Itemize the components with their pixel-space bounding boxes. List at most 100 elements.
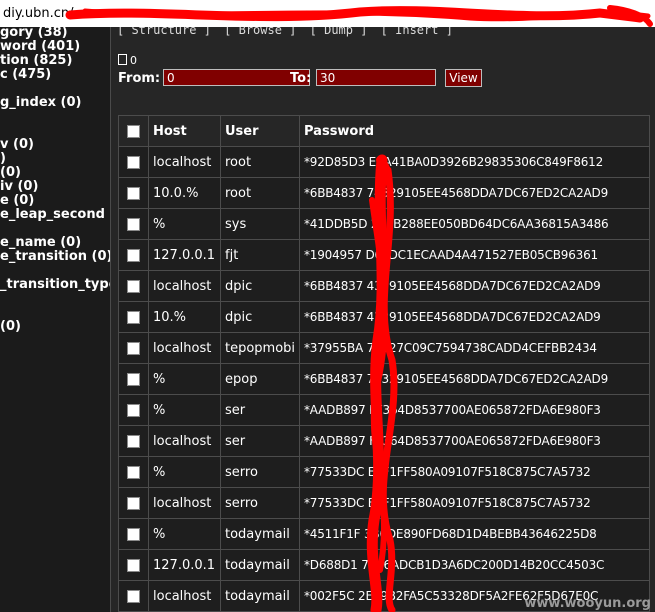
cell-host: localhost <box>148 580 221 612</box>
row-count: 0 <box>118 54 137 67</box>
row-checkbox[interactable] <box>127 372 140 386</box>
results-table: Host User Password localhost root *92D85D3… <box>118 115 650 612</box>
tab-browse[interactable]: [ Browse ] <box>224 27 296 37</box>
table-row: localhost serro *77533DC E0F1FF580A09107F5… <box>118 487 650 519</box>
cell-password: *77533DC E0F1FF580A09107F518C875C7A5732 <box>299 487 650 519</box>
cell-user: fjt <box>220 239 300 271</box>
cell-user: todaymail <box>220 580 300 612</box>
cell-host: localhost <box>148 332 221 364</box>
cell-password: *41DDB5D 213B288EE050BD64DC6AA36815A3486 <box>299 208 650 240</box>
row-checkbox[interactable] <box>127 217 140 231</box>
cell-password: *77533DC E0F1FF580A09107F518C875C7A5732 <box>299 456 650 488</box>
row-checkbox[interactable] <box>127 155 140 169</box>
table-row: localhost tepopmobi *37955BA 77827C09C7594… <box>118 332 650 364</box>
sidebar-item[interactable]: e_name (0) <box>0 236 81 250</box>
to-input[interactable] <box>316 69 436 86</box>
row-count-value: 0 <box>130 54 137 67</box>
cell-host: localhost <box>148 146 221 178</box>
cell-password: *6BB4837 4329105EE4568DDA7DC67ED2CA2AD9 <box>299 270 650 302</box>
cell-password: *6BB4837 74329105EE4568DDA7DC67ED2CA2AD9 <box>299 363 650 395</box>
cell-user: todaymail <box>220 518 300 550</box>
cell-password: *1904957 D6FDC1ECAAD4A471527EB05CB96361 <box>299 239 650 271</box>
cell-host: localhost <box>148 270 221 302</box>
table-row: 127.0.0.1 fjt *1904957 D6FDC1ECAAD4A471527… <box>118 239 650 271</box>
tab-dump[interactable]: [ Dump ] <box>310 27 368 37</box>
sidebar-item[interactable]: ) <box>0 152 6 166</box>
row-checkbox[interactable] <box>127 558 140 572</box>
row-checkbox[interactable] <box>127 434 140 448</box>
sidebar-item[interactable]: v (0) <box>0 138 34 152</box>
cell-host: % <box>148 208 221 240</box>
row-checkbox[interactable] <box>127 589 140 603</box>
view-button[interactable]: View <box>445 69 482 87</box>
cell-host: % <box>148 363 221 395</box>
cell-password: *92D85D3 E8A41BA0D3926B29835306C849F8612 <box>299 146 650 178</box>
column-header-password[interactable]: Password <box>299 115 650 147</box>
cell-user: dpic <box>220 301 300 333</box>
document-icon <box>118 54 127 65</box>
row-checkbox[interactable] <box>127 403 140 417</box>
row-checkbox[interactable] <box>127 341 140 355</box>
select-all-cell <box>118 115 149 147</box>
cell-host: localhost <box>148 425 221 457</box>
row-checkbox[interactable] <box>127 279 140 293</box>
row-checkbox[interactable] <box>127 465 140 479</box>
sidebar-item[interactable]: (0) <box>0 166 21 180</box>
table-row: % ser *AADB897 FF364D8537700AE065872FDA6E9… <box>118 394 650 426</box>
cell-password: *37955BA 77827C09C7594738CADD4CEFBB2434 <box>299 332 650 364</box>
table-row: % epop *6BB4837 74329105EE4568DDA7DC67ED2C… <box>118 363 650 395</box>
sidebar-item[interactable]: e_leap_second <box>0 208 105 222</box>
cell-password: *6BB4837 4329105EE4568DDA7DC67ED2CA2AD9 <box>299 301 650 333</box>
table-row: localhost ser *AADB897 FF364D8537700AE0658… <box>118 425 650 457</box>
sidebar-item[interactable]: tion (825) <box>0 54 72 68</box>
cell-user: root <box>220 177 300 209</box>
from-label: From: <box>118 71 161 86</box>
cell-user: epop <box>220 363 300 395</box>
cell-user: tepopmobi <box>220 332 300 364</box>
cell-host: % <box>148 394 221 426</box>
cell-host: % <box>148 518 221 550</box>
row-checkbox[interactable] <box>127 496 140 510</box>
cell-user: ser <box>220 394 300 426</box>
table-header-row: Host User Password <box>118 115 650 147</box>
table-row: 10.% dpic *6BB4837 4329105EE4568DDA7DC67ED… <box>118 301 650 333</box>
sidebar-table-list: gory (38) word (401) tion (825) c (475) … <box>0 27 111 612</box>
row-checkbox[interactable] <box>127 248 140 262</box>
from-input[interactable] <box>163 69 310 86</box>
cell-user: serro <box>220 456 300 488</box>
sidebar-item[interactable]: e_transition (0) <box>0 250 110 264</box>
column-header-user[interactable]: User <box>220 115 300 147</box>
sidebar-item[interactable]: g_index (0) <box>0 96 81 110</box>
main-panel: [ Structure ] [ Browse ] [ Dump ] [ Inse… <box>111 27 655 612</box>
row-checkbox[interactable] <box>127 310 140 324</box>
row-checkbox[interactable] <box>127 186 140 200</box>
sidebar-item[interactable]: e (0) <box>0 194 34 208</box>
cell-host: 127.0.0.1 <box>148 239 221 271</box>
tab-structure[interactable]: [ Structure ] <box>117 27 211 37</box>
action-tabs: [ Structure ] [ Browse ] [ Dump ] [ Inse… <box>111 27 655 37</box>
cell-host: 127.0.0.1 <box>148 549 221 581</box>
column-header-host[interactable]: Host <box>148 115 221 147</box>
to-label: To: <box>290 71 312 86</box>
cell-password: *6BB4837 74329105EE4568DDA7DC67ED2CA2AD9 <box>299 177 650 209</box>
cell-host: localhost <box>148 487 221 519</box>
sidebar-item[interactable]: word (401) <box>0 40 80 54</box>
table-row: % sys *41DDB5D 213B288EE050BD64DC6AA36815A… <box>118 208 650 240</box>
table-row: 10.0.% root *6BB4837 74329105EE4568DDA7DC6… <box>118 177 650 209</box>
select-all-checkbox[interactable] <box>127 124 140 138</box>
cell-password: *4511F1F 3B6DE890FD68D1D4BEBB43646225D8 <box>299 518 650 550</box>
sidebar-item[interactable]: c (475) <box>0 68 51 82</box>
cell-host: 10.% <box>148 301 221 333</box>
sidebar-item[interactable]: (0) <box>0 320 21 334</box>
table-row: localhost dpic *6BB4837 4329105EE4568DDA7D… <box>118 270 650 302</box>
sidebar-item[interactable]: _transition_type <box>0 278 110 292</box>
row-checkbox[interactable] <box>127 527 140 541</box>
cell-user: todaymail <box>220 549 300 581</box>
sidebar-item[interactable]: iv (0) <box>0 180 38 194</box>
table-body: localhost root *92D85D3 E8A41BA0D3926B2983… <box>118 146 650 612</box>
address-bar[interactable]: diy.ubn.cn/ <box>0 0 655 27</box>
tab-insert[interactable]: [ Insert ] <box>381 27 453 37</box>
cell-user: ser <box>220 425 300 457</box>
cell-password: *AADB897 FF364D8537700AE065872FDA6E980F3 <box>299 425 650 457</box>
table-row: % todaymail *4511F1F 3B6DE890FD68D1D4BEBB4… <box>118 518 650 550</box>
